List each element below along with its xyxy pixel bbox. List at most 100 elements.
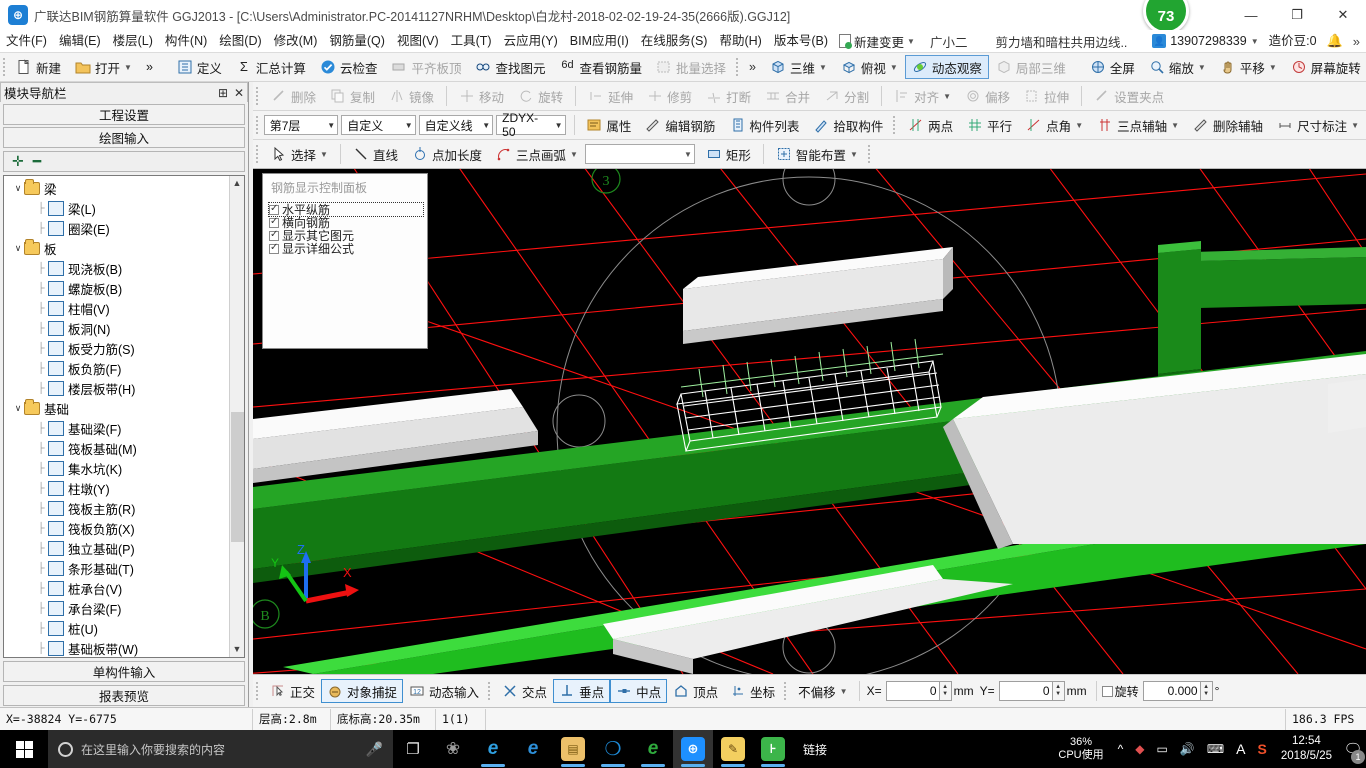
tree-item[interactable]: ├ 筏板基础(M) bbox=[4, 438, 229, 458]
tray-chevron-up-icon[interactable]: ^ bbox=[1112, 742, 1130, 756]
define-button[interactable]: 定义 bbox=[170, 55, 229, 79]
y-offset-stepper[interactable]: ▲ ▼ bbox=[1052, 681, 1065, 701]
member-name-select[interactable]: ZDYX-50 ▼ bbox=[496, 111, 566, 139]
open-button[interactable]: 打开 ▼ bbox=[68, 55, 139, 79]
pin-icon[interactable]: ⊞ bbox=[215, 86, 231, 100]
menu-rebar-qty[interactable]: 钢筋量(Q) bbox=[323, 30, 391, 52]
toolbar-overflow-button-2[interactable]: » bbox=[742, 55, 763, 79]
three-point-arc-button[interactable]: 三点画弧 ▼ bbox=[489, 142, 585, 166]
dynamic-input-toggle[interactable]: 12 动态输入 bbox=[403, 679, 485, 703]
tree-item[interactable]: ├ 现浇板(B) bbox=[4, 258, 229, 278]
modify-toolbar-grip[interactable] bbox=[256, 87, 260, 105]
menu-cloud-app[interactable]: 云应用(Y) bbox=[498, 30, 564, 52]
minimize-button[interactable]: — bbox=[1228, 0, 1274, 30]
rotate-input[interactable]: 0.000 bbox=[1142, 681, 1201, 701]
move-button[interactable]: 移动 bbox=[452, 84, 511, 108]
zoom-button[interactable]: 缩放 ▼ bbox=[1142, 55, 1213, 79]
taskbar-app-ie[interactable]: e bbox=[513, 730, 553, 768]
break-button[interactable]: 打断 bbox=[699, 84, 758, 108]
tree-item[interactable]: ├ 桩(U) bbox=[4, 618, 229, 638]
tree-item[interactable]: ├ 承台梁(F) bbox=[4, 598, 229, 618]
menu-bim-app[interactable]: BIM应用(I) bbox=[564, 30, 635, 52]
chevron-down-icon[interactable]: ∨ bbox=[12, 403, 24, 414]
offset-grip[interactable] bbox=[784, 682, 788, 700]
rotate-stepper[interactable]: ▲ ▼ bbox=[1200, 681, 1213, 701]
coordinate-snap-toggle[interactable]: 坐标 bbox=[724, 679, 781, 703]
floor-select[interactable]: 第7层 ▼ bbox=[263, 115, 339, 135]
rebar-option-row-3[interactable]: 显示详细公式 bbox=[269, 242, 423, 256]
checkbox-show-detail-formula[interactable] bbox=[269, 242, 279, 254]
properties-button[interactable]: 属性 bbox=[579, 113, 638, 137]
category-select[interactable]: 自定义 ▼ bbox=[341, 115, 416, 135]
rotate-checkbox[interactable] bbox=[1101, 685, 1113, 697]
scroll-down-icon[interactable]: ▼ bbox=[233, 642, 242, 657]
set-grip-button[interactable]: 设置夹点 bbox=[1087, 84, 1171, 108]
tree-item[interactable]: ├ 筏板负筋(X) bbox=[4, 518, 229, 538]
new-change-button[interactable]: 新建变更 ▼ bbox=[834, 32, 920, 51]
member-type-select[interactable]: 自定义线 ▼ bbox=[418, 115, 494, 135]
three-point-axis-button[interactable]: 三点辅轴 ▼ bbox=[1090, 113, 1186, 137]
chevron-down-icon[interactable]: ∨ bbox=[12, 183, 24, 194]
tree-item[interactable]: ├ 基础梁(F) bbox=[4, 418, 229, 438]
status-grip[interactable] bbox=[256, 682, 260, 700]
menu-modify[interactable]: 修改(M) bbox=[268, 30, 324, 52]
object-snap-toggle[interactable]: 对象捕捉 bbox=[321, 679, 404, 703]
smart-layout-button[interactable]: 智能布置 ▼ bbox=[769, 142, 865, 166]
tab-project-settings[interactable]: 工程设置 bbox=[3, 104, 245, 126]
cloud-check-button[interactable]: 云检查 bbox=[313, 55, 385, 79]
maximize-button[interactable]: ❐ bbox=[1274, 0, 1320, 30]
menu-floor[interactable]: 楼层(L) bbox=[107, 30, 159, 52]
intersection-snap-toggle[interactable]: 交点 bbox=[496, 679, 553, 703]
point-angle-button[interactable]: 点角 ▼ bbox=[1019, 113, 1090, 137]
new-button[interactable]: 新建 bbox=[9, 55, 68, 79]
close-button[interactable]: ✕ bbox=[1320, 0, 1366, 30]
scroll-up-icon[interactable]: ▲ bbox=[233, 176, 242, 191]
edit-rebar-button[interactable]: 编辑钢筋 bbox=[638, 113, 722, 137]
start-button[interactable] bbox=[0, 730, 48, 768]
mirror-button[interactable]: 镜像 bbox=[382, 84, 441, 108]
tray-keyboard-icon[interactable]: ⌨ bbox=[1201, 742, 1230, 756]
tree-item[interactable]: ├ 基础板带(W) bbox=[4, 638, 229, 657]
axis-toolbar-grip[interactable] bbox=[893, 116, 897, 134]
offset-button[interactable]: 偏移 bbox=[958, 84, 1017, 108]
tree-folder[interactable]: ∨ 板 bbox=[4, 238, 229, 258]
menu-online-service[interactable]: 在线服务(S) bbox=[635, 30, 714, 52]
top-view-button[interactable]: 俯视 ▼ bbox=[834, 55, 905, 79]
fullscreen-button[interactable]: 全屏 bbox=[1083, 55, 1142, 79]
copy-button[interactable]: 复制 bbox=[323, 84, 382, 108]
taskbar-app-editor[interactable]: ✎ bbox=[713, 730, 753, 768]
tree-item[interactable]: ├ 桩承台(V) bbox=[4, 578, 229, 598]
tree-item[interactable]: ├ 板受力筋(S) bbox=[4, 338, 229, 358]
extend-button[interactable]: 延伸 bbox=[581, 84, 640, 108]
taskbar-search[interactable]: 在这里输入你要搜索的内容 🎤 bbox=[48, 730, 393, 768]
bell-icon[interactable]: 🔔 bbox=[1323, 33, 1347, 49]
scroll-thumb[interactable] bbox=[230, 411, 244, 542]
delete-axis-button[interactable]: 删除辅轴 bbox=[1186, 113, 1270, 137]
microphone-icon[interactable]: 🎤 bbox=[366, 741, 387, 758]
y-offset-input[interactable]: 0 bbox=[998, 681, 1053, 701]
trim-button[interactable]: 修剪 bbox=[640, 84, 699, 108]
snap-grip[interactable] bbox=[488, 682, 492, 700]
line-tool-button[interactable]: 直线 bbox=[346, 142, 405, 166]
close-icon[interactable]: ✕ bbox=[231, 86, 247, 100]
toolbar-grip-2[interactable] bbox=[736, 58, 739, 76]
menu-member[interactable]: 构件(N) bbox=[159, 30, 213, 52]
tree-scrollbar[interactable]: ▲ ▼ bbox=[229, 176, 244, 657]
menu-help[interactable]: 帮助(H) bbox=[713, 30, 767, 52]
pick-member-button[interactable]: 拾取构件 bbox=[806, 113, 890, 137]
extra-draw-select[interactable]: ▼ bbox=[584, 144, 695, 164]
tree-item[interactable]: ├ 柱帽(V) bbox=[4, 298, 229, 318]
tray-ime-icon[interactable]: A bbox=[1230, 741, 1251, 757]
taskbar-app-360browser[interactable]: ❍ bbox=[593, 730, 633, 768]
point-length-button[interactable]: 点加长度 bbox=[405, 142, 489, 166]
taskbar-app-edge[interactable]: e bbox=[473, 730, 513, 768]
ortho-toggle[interactable]: 正交 bbox=[264, 679, 321, 703]
align-button[interactable]: 对齐 ▼ bbox=[887, 84, 958, 108]
taskbar-app-explorer[interactable]: ▤ bbox=[553, 730, 593, 768]
x-offset-input[interactable]: 0 bbox=[885, 681, 940, 701]
expand-all-icon[interactable]: ✛ bbox=[12, 153, 24, 170]
merge-button[interactable]: 合并 bbox=[758, 84, 817, 108]
tree-item[interactable]: ├ 螺旋板(B) bbox=[4, 278, 229, 298]
tray-volume-icon[interactable]: 🔊 bbox=[1174, 742, 1201, 756]
taskbar-clock[interactable]: 12:54 2018/5/25 bbox=[1273, 734, 1340, 764]
